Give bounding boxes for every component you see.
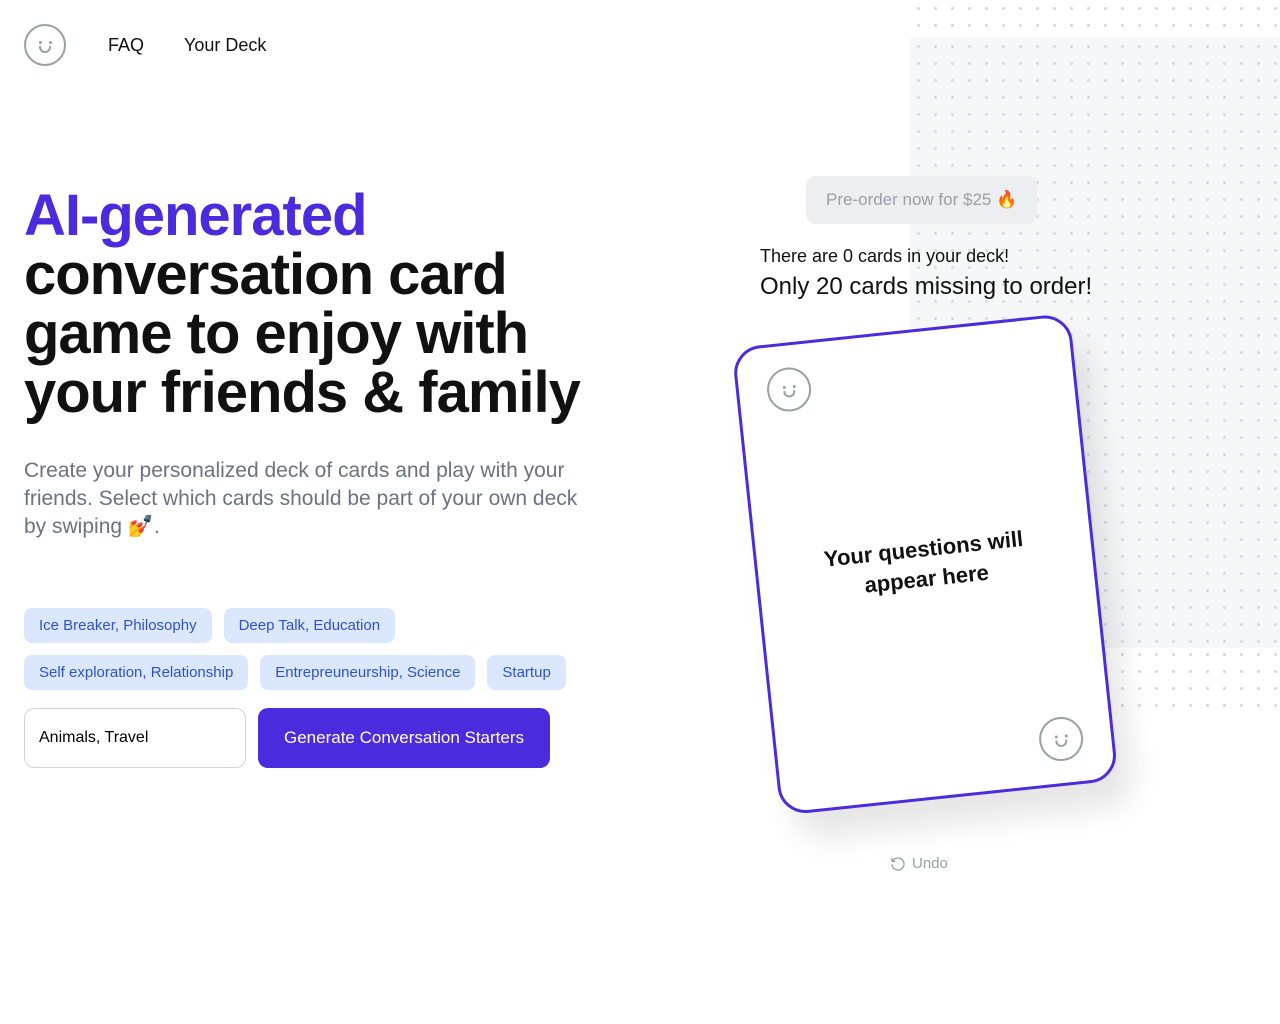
tag[interactable]: Entrepreuneurship, Science (260, 655, 475, 690)
undo-label: Undo (912, 855, 948, 872)
deck-missing: Only 20 cards missing to order! (760, 273, 1260, 301)
nav-faq[interactable]: FAQ (108, 35, 144, 56)
tag[interactable]: Deep Talk, Education (224, 608, 395, 643)
header: FAQ Your Deck (0, 0, 1280, 66)
generator-row: Generate Conversation Starters (24, 708, 664, 768)
card-face-icon (765, 365, 813, 413)
tag[interactable]: Startup (487, 655, 565, 690)
main: AI-generated conversation card game to e… (0, 186, 1280, 768)
hero: AI-generated conversation card game to e… (24, 186, 664, 768)
tag[interactable]: Ice Breaker, Philosophy (24, 608, 212, 643)
topic-input[interactable] (24, 708, 246, 768)
nav-your-deck[interactable]: Your Deck (184, 35, 266, 56)
generate-button[interactable]: Generate Conversation Starters (258, 708, 550, 768)
question-card[interactable]: Your questions will appear here (731, 313, 1118, 816)
deck-status: There are 0 cards in your deck! (760, 246, 1260, 267)
main-nav: FAQ Your Deck (108, 35, 266, 56)
title-accent: AI-generated (24, 183, 367, 248)
tag[interactable]: Self exploration, Relationship (24, 655, 248, 690)
preorder-pill[interactable]: Pre-order now for $25 🔥 (806, 176, 1037, 224)
logo-face-icon[interactable] (24, 24, 66, 66)
card-stack[interactable]: Your questions will appear here (760, 329, 1100, 799)
title-rest: conversation card game to enjoy with you… (24, 242, 580, 425)
undo-icon (890, 856, 906, 872)
undo-button[interactable]: Undo (890, 855, 1260, 872)
tag-list: Ice Breaker, Philosophy Deep Talk, Educa… (24, 608, 584, 690)
deck-panel: Pre-order now for $25 🔥 There are 0 card… (760, 176, 1260, 872)
subtitle: Create your personalized deck of cards a… (24, 457, 584, 542)
page-title: AI-generated conversation card game to e… (24, 186, 664, 423)
card-face-icon (1037, 715, 1085, 763)
card-text: Your questions will appear here (803, 522, 1048, 606)
